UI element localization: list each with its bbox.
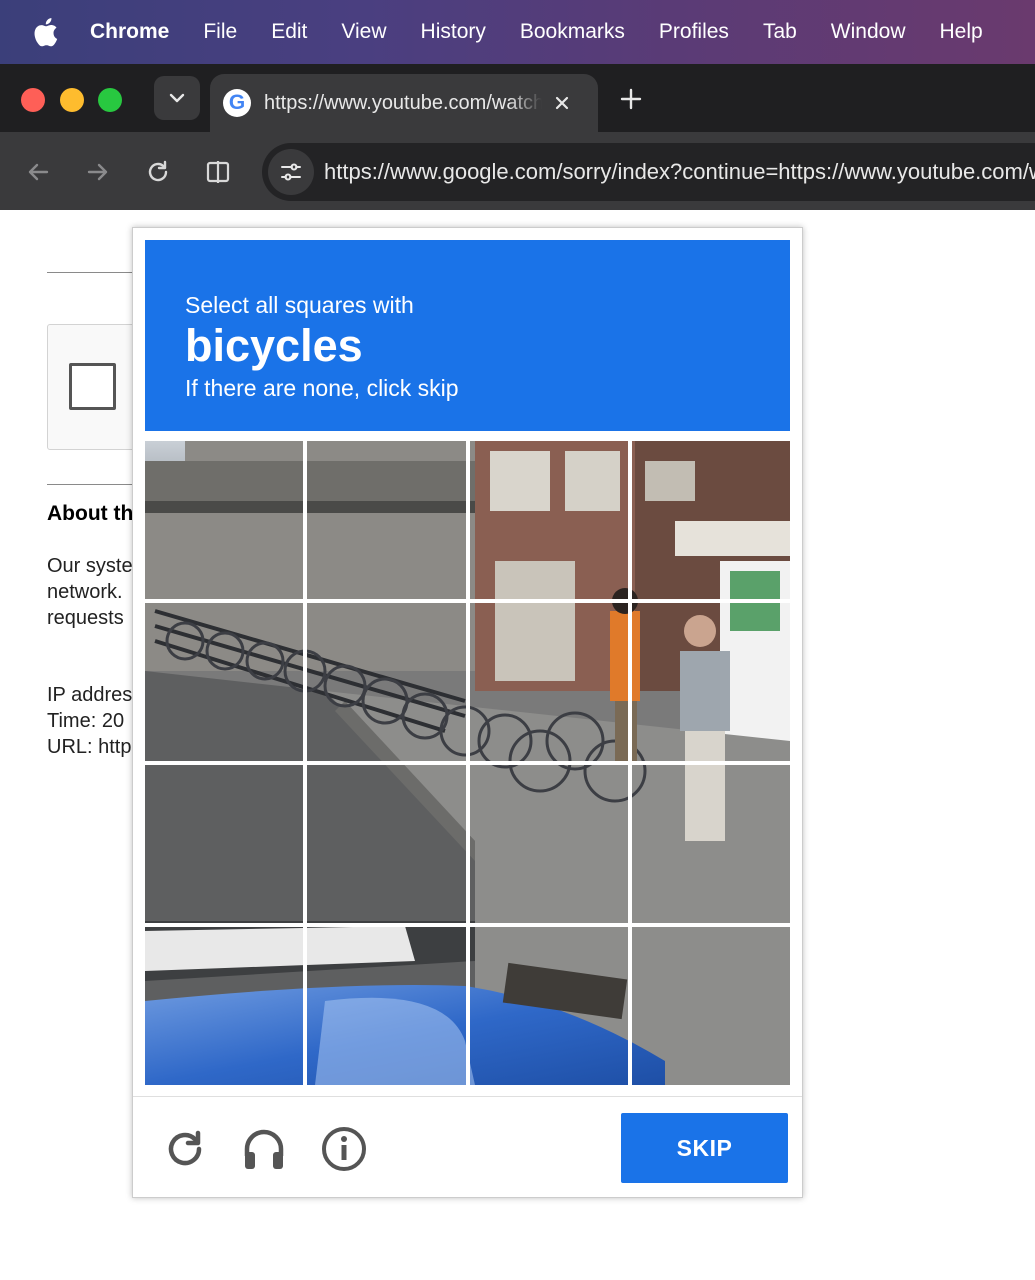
- time-line: Time: 20: [47, 710, 125, 732]
- tile-image: [307, 765, 466, 923]
- tile-image: [631, 927, 790, 1085]
- ip-address-line: IP addres: [47, 684, 133, 706]
- minimize-window-button[interactable]: [60, 88, 84, 112]
- tile-image: [469, 441, 628, 599]
- help-button[interactable]: [321, 1126, 367, 1172]
- tile-image: [145, 927, 304, 1085]
- arrow-left-icon: [28, 163, 49, 181]
- tile-image: [631, 765, 790, 923]
- tab-close-button[interactable]: [550, 91, 574, 115]
- menu-bookmarks[interactable]: Bookmarks: [503, 0, 642, 64]
- chevron-down-icon: [169, 93, 185, 103]
- menu-history[interactable]: History: [404, 0, 503, 64]
- tile-image: [631, 441, 790, 599]
- image-tile-r4-c1[interactable]: [145, 927, 304, 1085]
- tile-image: [307, 441, 466, 599]
- challenge-instruction: Select all squares with: [185, 292, 414, 318]
- challenge-footer: SKIP: [133, 1096, 802, 1197]
- browser-window: G https://www.youtube.com/watch https://: [0, 64, 1035, 210]
- image-tile-r3-c2[interactable]: [307, 765, 466, 923]
- tile-image: [145, 765, 304, 923]
- tune-icon: [281, 163, 301, 181]
- image-tile-r3-c1[interactable]: [145, 765, 304, 923]
- tab-active[interactable]: G https://www.youtube.com/watch: [210, 74, 598, 132]
- reload-icon: [168, 1130, 202, 1166]
- google-favicon-icon: G: [223, 89, 251, 117]
- tile-image: [631, 603, 790, 761]
- image-tile-r2-c4[interactable]: [631, 603, 790, 761]
- apple-menu-icon[interactable]: [0, 0, 90, 64]
- arrow-right-icon: [87, 163, 108, 181]
- tile-image: [307, 927, 466, 1085]
- menu-view[interactable]: View: [324, 0, 403, 64]
- tab-search-button[interactable]: [154, 76, 200, 120]
- new-tab-button[interactable]: [614, 82, 648, 116]
- reload-icon: [148, 160, 168, 182]
- browser-toolbar: https://www.google.com/sorry/index?conti…: [0, 132, 1035, 210]
- macos-menu-bar: Chrome File Edit View History Bookmarks …: [0, 0, 1035, 64]
- image-tile-r4-c4[interactable]: [631, 927, 790, 1085]
- challenge-hint: If there are none, click skip: [185, 375, 459, 401]
- image-tile-r2-c1[interactable]: [145, 603, 304, 761]
- image-tile-r2-c2[interactable]: [307, 603, 466, 761]
- body-line-2: network.: [47, 581, 123, 603]
- info-icon: [322, 1127, 366, 1171]
- tile-image: [469, 765, 628, 923]
- body-line-1: Our syste: [47, 555, 133, 577]
- back-button[interactable]: [18, 152, 58, 192]
- close-icon: [555, 96, 569, 110]
- forward-button[interactable]: [78, 152, 118, 192]
- image-tile-r1-c3[interactable]: [469, 441, 628, 599]
- recaptcha-checkbox[interactable]: [69, 363, 116, 410]
- split-view-icon: [206, 161, 230, 183]
- plus-icon: [620, 88, 642, 110]
- side-panel-button[interactable]: [198, 152, 238, 192]
- image-tile-r4-c2[interactable]: [307, 927, 466, 1085]
- fullscreen-window-button[interactable]: [98, 88, 122, 112]
- image-tile-r4-c3[interactable]: [469, 927, 628, 1085]
- tile-image: [145, 603, 304, 761]
- tile-image: [469, 603, 628, 761]
- image-tile-r1-c1[interactable]: [145, 441, 304, 599]
- recaptcha-challenge: Select all squares with bicycles If ther…: [132, 227, 803, 1198]
- image-tile-r1-c2[interactable]: [307, 441, 466, 599]
- close-window-button[interactable]: [21, 88, 45, 112]
- challenge-header: Select all squares with bicycles If ther…: [145, 240, 790, 431]
- body-line-3: requests: [47, 607, 124, 629]
- reload-button[interactable]: [138, 152, 178, 192]
- menu-app-chrome[interactable]: Chrome: [90, 0, 186, 64]
- skip-button[interactable]: SKIP: [621, 1113, 788, 1183]
- menu-window[interactable]: Window: [814, 0, 923, 64]
- url-line: URL: http: [47, 736, 132, 758]
- image-tile-r1-c4[interactable]: [631, 441, 790, 599]
- url-text[interactable]: https://www.google.com/sorry/index?conti…: [324, 159, 1035, 185]
- image-tile-r3-c4[interactable]: [631, 765, 790, 923]
- tab-strip: G https://www.youtube.com/watch: [0, 64, 1035, 132]
- headphones-icon: [244, 1129, 284, 1169]
- tile-image: [307, 603, 466, 761]
- menu-profiles[interactable]: Profiles: [642, 0, 746, 64]
- challenge-keyword: bicycles: [185, 320, 363, 371]
- tab-title: https://www.youtube.com/watch: [264, 91, 542, 114]
- audio-challenge-button[interactable]: [241, 1126, 287, 1172]
- menu-file[interactable]: File: [186, 0, 254, 64]
- image-tile-r2-c3[interactable]: [469, 603, 628, 761]
- reload-challenge-button[interactable]: [162, 1126, 208, 1172]
- about-heading: About th: [47, 502, 134, 525]
- menu-tab[interactable]: Tab: [746, 0, 814, 64]
- address-bar[interactable]: https://www.google.com/sorry/index?conti…: [262, 143, 1035, 201]
- menu-edit[interactable]: Edit: [254, 0, 324, 64]
- tile-image: [145, 441, 304, 599]
- image-tile-r3-c3[interactable]: [469, 765, 628, 923]
- tile-image: [469, 927, 628, 1085]
- site-info-button[interactable]: [268, 149, 314, 195]
- image-tile-grid: [145, 441, 790, 1085]
- menu-help[interactable]: Help: [923, 0, 1000, 64]
